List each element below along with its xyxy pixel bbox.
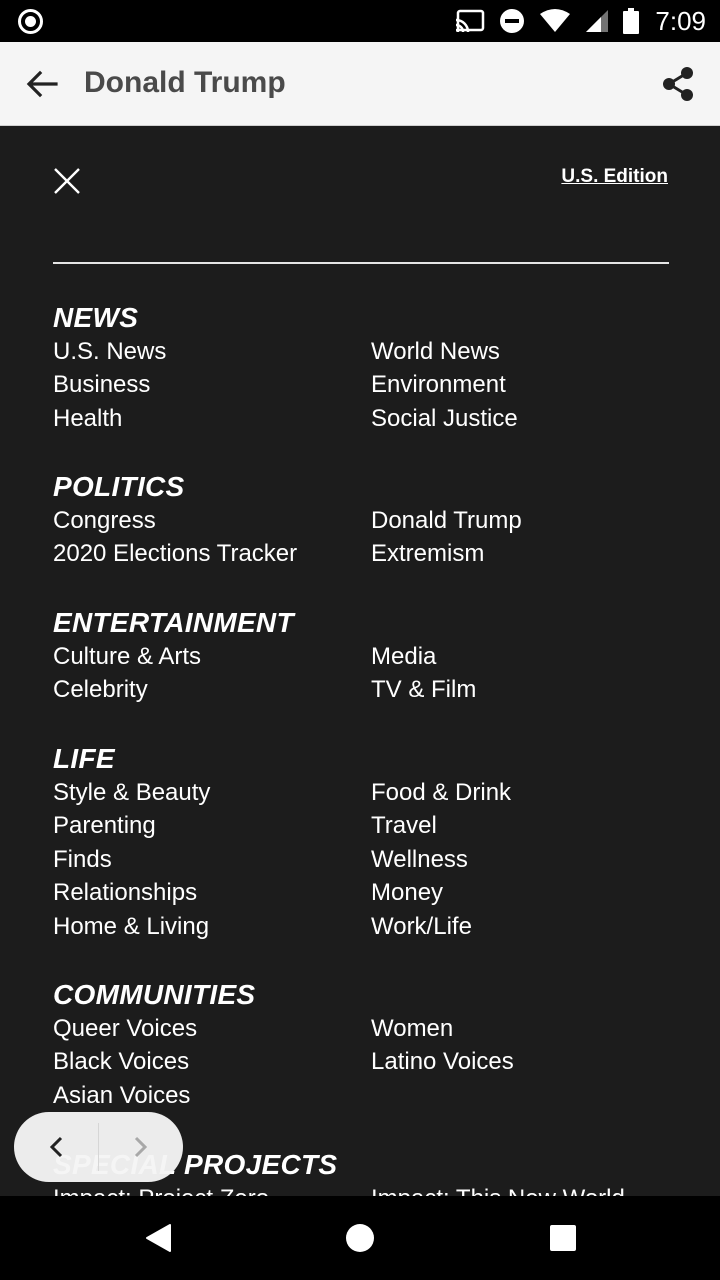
menu-link[interactable]: Donald Trump — [371, 504, 669, 537]
section-communities: COMMUNITIES Queer Voices Women Black Voi… — [53, 979, 669, 1112]
battery-icon — [623, 8, 640, 34]
back-arrow-icon — [26, 70, 58, 98]
status-icons: 7:09 — [455, 0, 706, 42]
menu-link[interactable]: Black Voices — [53, 1045, 371, 1078]
section-entertainment: ENTERTAINMENT Culture & Arts Media Celeb… — [53, 607, 669, 707]
nav-forward-button[interactable] — [99, 1112, 183, 1182]
recents-square-icon — [550, 1225, 576, 1251]
section-life: LIFE Style & Beauty Food & Drink Parenti… — [53, 743, 669, 943]
signal-icon — [586, 10, 609, 32]
system-recents-button[interactable] — [545, 1220, 581, 1256]
share-icon — [663, 67, 693, 101]
menu-link[interactable]: TV & Film — [371, 673, 669, 706]
menu-link[interactable]: Media — [371, 640, 669, 673]
menu-link[interactable]: Environment — [371, 368, 669, 401]
back-button[interactable] — [22, 64, 62, 104]
section-title: COMMUNITIES — [53, 979, 256, 1010]
system-nav-bar — [0, 1196, 720, 1280]
home-circle-icon — [346, 1224, 374, 1252]
menu-link[interactable]: Home & Living — [53, 910, 371, 943]
divider — [53, 262, 669, 264]
do-not-disturb-icon — [500, 9, 525, 33]
chevron-right-icon — [134, 1136, 148, 1158]
nav-back-button[interactable] — [14, 1112, 98, 1182]
section-politics: POLITICS Congress Donald Trump 2020 Elec… — [53, 471, 669, 571]
record-icon — [18, 9, 43, 34]
chevron-left-icon — [49, 1136, 63, 1158]
menu-link[interactable]: Asian Voices — [53, 1079, 371, 1112]
section-title: LIFE — [53, 743, 115, 774]
menu-link[interactable]: 2020 Elections Tracker — [53, 537, 371, 570]
menu-link[interactable]: Women — [371, 1012, 669, 1045]
menu-link[interactable]: Money — [371, 876, 669, 909]
section-title: POLITICS — [53, 471, 185, 502]
menu-link[interactable]: Food & Drink — [371, 776, 669, 809]
menu-link[interactable]: Relationships — [53, 876, 371, 909]
menu-link[interactable]: Social Justice — [371, 402, 669, 435]
page-title: Donald Trump — [84, 66, 286, 99]
menu-link[interactable]: Parenting — [53, 809, 371, 842]
menu-link[interactable]: Health — [53, 402, 371, 435]
menu-link[interactable]: Style & Beauty — [53, 776, 371, 809]
wifi-icon — [540, 9, 571, 32]
menu-link[interactable]: Impact: This New World — [371, 1182, 669, 1196]
menu-link[interactable]: Business — [53, 368, 371, 401]
back-triangle-icon — [146, 1224, 171, 1252]
section-news: NEWS U.S. News World News Business Envir… — [53, 302, 669, 435]
menu-link[interactable]: Congress — [53, 504, 371, 537]
edition-link[interactable]: U.S. Edition — [561, 166, 668, 188]
clock: 7:09 — [655, 5, 706, 36]
share-button[interactable] — [658, 64, 698, 104]
status-bar: 7:09 — [0, 0, 720, 42]
menu-link[interactable]: Queer Voices — [53, 1012, 371, 1045]
section-title: ENTERTAINMENT — [53, 607, 294, 638]
system-back-button[interactable] — [140, 1220, 176, 1256]
system-home-button[interactable] — [342, 1220, 378, 1256]
menu-link[interactable]: World News — [371, 335, 669, 368]
close-icon — [54, 168, 80, 194]
close-button[interactable] — [52, 166, 82, 196]
menu-link[interactable]: Extremism — [371, 537, 669, 570]
menu-link[interactable]: Finds — [53, 843, 371, 876]
menu-link[interactable]: Travel — [371, 809, 669, 842]
section-title: NEWS — [53, 302, 139, 333]
app-bar: Donald Trump — [0, 42, 720, 126]
menu-link[interactable]: Culture & Arts — [53, 640, 371, 673]
menu-link[interactable]: Work/Life — [371, 910, 669, 943]
menu-link[interactable]: Impact: Project Zero — [53, 1182, 371, 1196]
menu-link[interactable]: Wellness — [371, 843, 669, 876]
menu-link[interactable]: U.S. News — [53, 335, 371, 368]
navigation-menu: U.S. Edition NEWS U.S. News World News B… — [0, 126, 720, 1196]
browser-nav-pill — [14, 1112, 183, 1182]
menu-link[interactable]: Latino Voices — [371, 1045, 669, 1078]
menu-link[interactable]: Celebrity — [53, 673, 371, 706]
cast-icon — [456, 9, 485, 33]
